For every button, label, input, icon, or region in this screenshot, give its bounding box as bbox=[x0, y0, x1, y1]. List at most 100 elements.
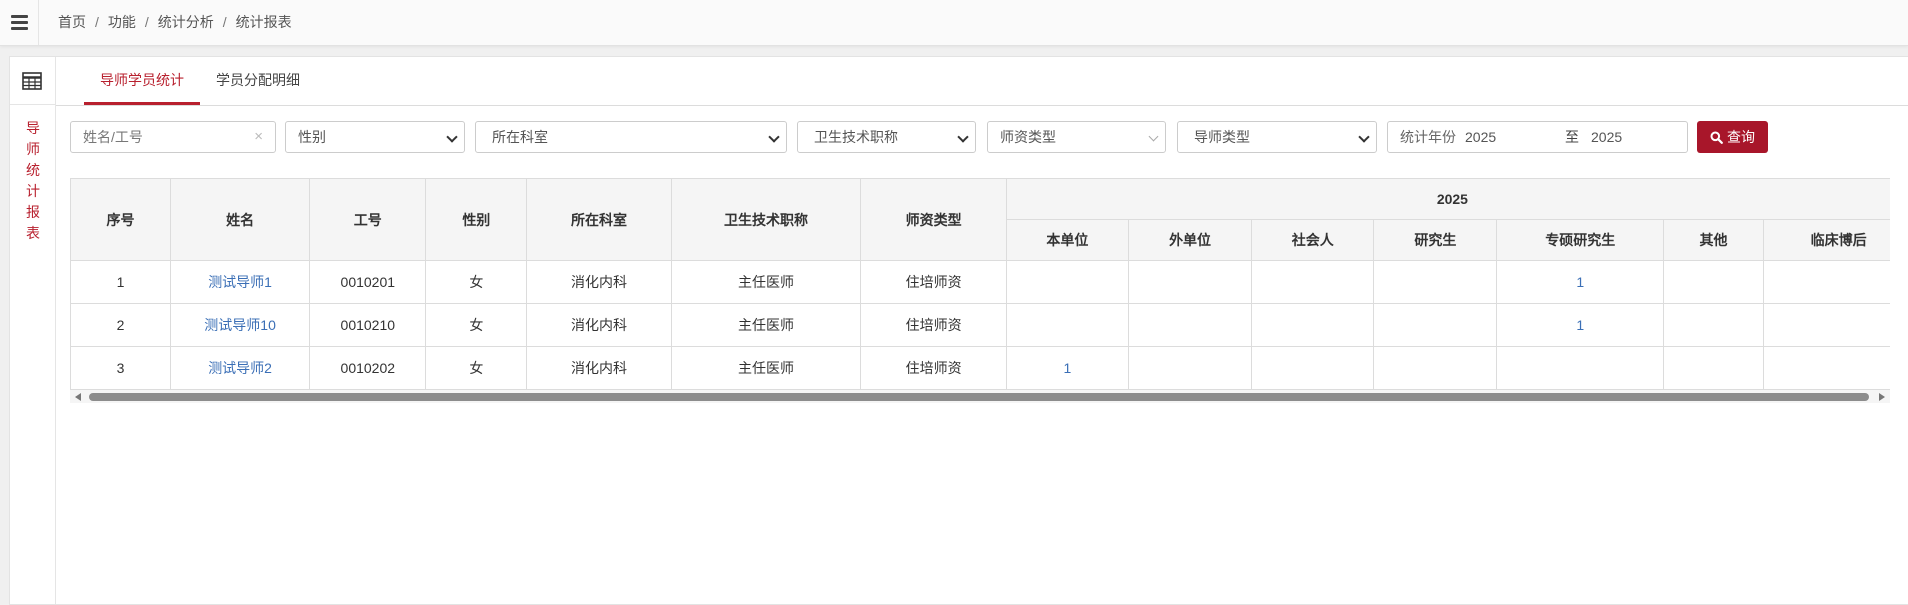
cell-count-clinical-postdoc[interactable] bbox=[1762, 346, 1890, 390]
table-icon[interactable] bbox=[22, 72, 42, 90]
cell-count-external-unit[interactable] bbox=[1127, 346, 1253, 390]
breadcrumb-function[interactable]: 功能 bbox=[108, 0, 136, 45]
horizontal-scrollbar[interactable] bbox=[70, 390, 1890, 403]
year-label: 统计年份 bbox=[1400, 129, 1456, 145]
breadcrumb-home[interactable]: 首页 bbox=[58, 0, 86, 45]
cell-count-other[interactable] bbox=[1663, 303, 1764, 347]
year-to-input[interactable]: 2025 bbox=[1591, 122, 1622, 152]
side-divider bbox=[10, 104, 55, 105]
cell-id: 0010201 bbox=[309, 260, 427, 304]
side-title: 导师统计报表 bbox=[26, 120, 40, 241]
col-header-department: 所在科室 bbox=[526, 178, 672, 261]
chevron-down-icon bbox=[1148, 131, 1159, 142]
year-from-input[interactable]: 2025 bbox=[1465, 122, 1496, 152]
breadcrumb: 首页 / 功能 / 统计分析 / 统计报表 bbox=[58, 0, 292, 45]
year-to-label: 至 bbox=[1565, 129, 1579, 145]
cell-gender: 女 bbox=[425, 260, 528, 304]
cell-title: 主任医师 bbox=[670, 346, 862, 390]
cell-count-graduate[interactable] bbox=[1373, 303, 1498, 347]
mentor-name-link[interactable]: 测试导师10 bbox=[169, 303, 311, 347]
cell-id: 0010202 bbox=[309, 346, 427, 390]
chevron-down-icon bbox=[446, 131, 458, 143]
mentor-name-link[interactable]: 测试导师1 bbox=[169, 260, 311, 304]
chevron-down-icon bbox=[1358, 131, 1370, 143]
tab-bar: 导师学员统计 学员分配明细 bbox=[56, 57, 1908, 106]
scroll-left-icon[interactable] bbox=[75, 393, 81, 401]
cell-id: 0010210 bbox=[309, 303, 427, 347]
breadcrumb-current: 统计报表 bbox=[235, 14, 292, 30]
cell-count-own-unit[interactable]: 1 bbox=[1005, 346, 1129, 390]
chevron-down-icon bbox=[768, 131, 780, 143]
cell-count-own-unit[interactable] bbox=[1005, 303, 1129, 347]
col-header-own-unit: 本单位 bbox=[1005, 219, 1129, 261]
breadcrumb-separator: / bbox=[95, 14, 99, 30]
col-header-external-unit: 外单位 bbox=[1127, 219, 1253, 261]
mentor-name-link[interactable]: 测试导师2 bbox=[169, 346, 311, 390]
tab-student-allocation-detail[interactable]: 学员分配明细 bbox=[208, 57, 308, 105]
department-select[interactable]: 所在科室 bbox=[475, 121, 787, 153]
col-header-title: 卫生技术职称 bbox=[670, 178, 862, 261]
menu-toggle-button[interactable] bbox=[0, 0, 39, 45]
hamburger-icon bbox=[10, 12, 28, 33]
cell-index: 1 bbox=[70, 260, 171, 304]
cell-count-other[interactable] bbox=[1663, 260, 1764, 304]
col-header-id: 工号 bbox=[309, 178, 427, 261]
cell-count-clinical-postdoc[interactable] bbox=[1762, 260, 1890, 304]
gender-select[interactable]: 性别 bbox=[285, 121, 465, 153]
col-header-graduate: 研究生 bbox=[1373, 219, 1498, 261]
mentor-type-select-value: 导师类型 bbox=[1194, 129, 1250, 145]
cell-count-external-unit[interactable] bbox=[1127, 303, 1253, 347]
title-select[interactable]: 卫生技术职称 bbox=[797, 121, 976, 153]
cell-count-clinical-postdoc[interactable] bbox=[1762, 303, 1890, 347]
cell-gender: 女 bbox=[425, 303, 528, 347]
breadcrumb-separator: / bbox=[222, 14, 227, 30]
col-header-clinical-postdoc: 临床博后 bbox=[1762, 219, 1890, 261]
col-header-teacher-type: 师资类型 bbox=[860, 178, 1007, 261]
table-row: 3 测试导师2 0010202 女 消化内科 主任医师 住培师资 1 bbox=[70, 346, 1890, 390]
mentor-type-select[interactable]: 导师类型 bbox=[1177, 121, 1377, 153]
cell-count-professional-master[interactable] bbox=[1496, 346, 1665, 390]
top-bar: 首页 / 功能 / 统计分析 / 统计报表 bbox=[0, 0, 1908, 46]
cell-title: 主任医师 bbox=[670, 260, 862, 304]
cell-teacher-type: 住培师资 bbox=[860, 303, 1007, 347]
title-select-value: 卫生技术职称 bbox=[814, 129, 898, 145]
cell-count-external-unit[interactable] bbox=[1127, 260, 1253, 304]
cell-index: 3 bbox=[70, 346, 171, 390]
stats-table-wrapper: 序号 姓名 工号 性别 所在科室 卫生技术职称 师资类型 2025 本单位 外单… bbox=[70, 178, 1890, 391]
cell-count-graduate[interactable] bbox=[1373, 260, 1498, 304]
cell-department: 消化内科 bbox=[526, 346, 672, 390]
cell-gender: 女 bbox=[425, 346, 528, 390]
cell-count-professional-master[interactable]: 1 bbox=[1496, 260, 1665, 304]
table-row: 2 测试导师10 0010210 女 消化内科 主任医师 住培师资 1 bbox=[70, 303, 1890, 347]
cell-count-own-unit[interactable] bbox=[1005, 260, 1129, 304]
tab-mentor-student-stats[interactable]: 导师学员统计 bbox=[84, 57, 200, 105]
cell-count-graduate[interactable] bbox=[1373, 346, 1498, 390]
query-button-label: 查询 bbox=[1727, 129, 1755, 145]
cell-index: 2 bbox=[70, 303, 171, 347]
table-row: 1 测试导师1 0010201 女 消化内科 主任医师 住培师资 1 bbox=[70, 260, 1890, 304]
breadcrumb-statistics[interactable]: 统计分析 bbox=[158, 0, 214, 45]
side-column: 导师统计报表 bbox=[10, 57, 56, 604]
scroll-right-icon[interactable] bbox=[1879, 393, 1885, 401]
cell-teacher-type: 住培师资 bbox=[860, 346, 1007, 390]
col-group-year: 2025 bbox=[1005, 178, 1890, 220]
cell-count-public[interactable] bbox=[1251, 303, 1375, 347]
col-header-index: 序号 bbox=[70, 178, 171, 261]
cell-count-public[interactable] bbox=[1251, 260, 1375, 304]
col-header-professional-master: 专硕研究生 bbox=[1496, 219, 1665, 261]
teacher-type-select[interactable]: 师资类型 bbox=[987, 121, 1166, 153]
name-search-input[interactable]: 姓名/工号 × bbox=[70, 121, 276, 153]
col-header-public: 社会人 bbox=[1251, 219, 1375, 261]
scrollbar-thumb[interactable] bbox=[89, 393, 1869, 401]
cell-department: 消化内科 bbox=[526, 260, 672, 304]
cell-count-professional-master[interactable]: 1 bbox=[1496, 303, 1665, 347]
cell-count-public[interactable] bbox=[1251, 346, 1375, 390]
cell-count-other[interactable] bbox=[1663, 346, 1764, 390]
cell-title: 主任医师 bbox=[670, 303, 862, 347]
query-button[interactable]: 查询 bbox=[1697, 121, 1768, 153]
col-header-name: 姓名 bbox=[169, 178, 311, 261]
cell-department: 消化内科 bbox=[526, 303, 672, 347]
clear-icon[interactable]: × bbox=[254, 122, 263, 152]
col-header-gender: 性别 bbox=[425, 178, 528, 261]
year-range-field[interactable]: 统计年份 2025 至 2025 bbox=[1387, 121, 1688, 153]
